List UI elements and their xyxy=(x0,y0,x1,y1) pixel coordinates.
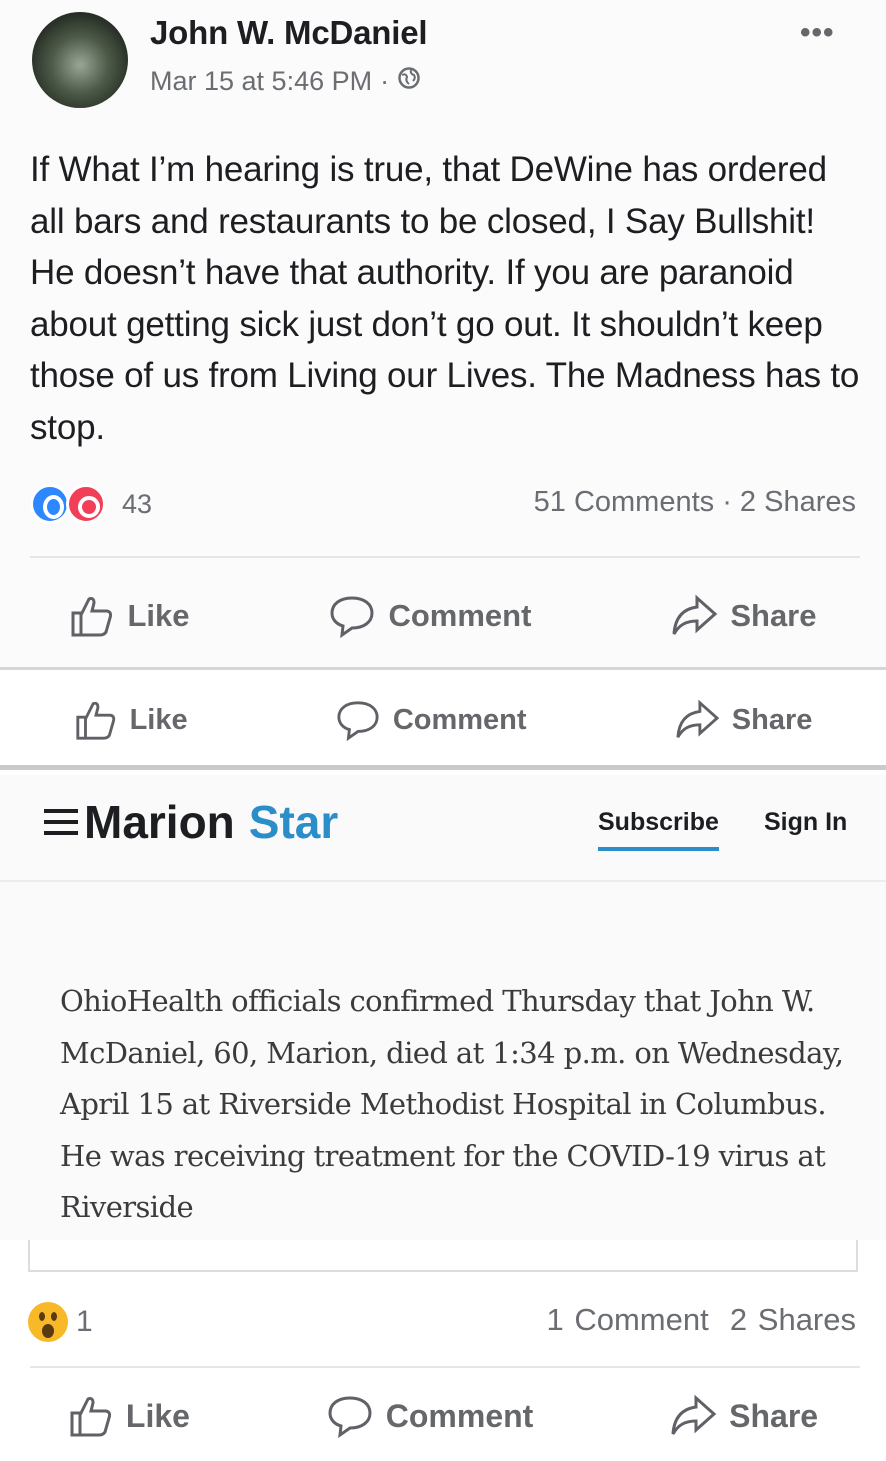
like-reaction-icon xyxy=(30,484,70,524)
comment-label: Comment xyxy=(385,1397,534,1434)
comment-button[interactable]: Comment xyxy=(326,1393,534,1439)
like-button[interactable]: Like xyxy=(74,698,188,742)
share-label: Share xyxy=(731,703,813,736)
article-card-bottom xyxy=(28,1240,858,1272)
globe-icon xyxy=(397,66,421,97)
subscribe-link[interactable]: Subscribe xyxy=(598,808,719,851)
comment-icon xyxy=(337,701,379,742)
reaction-count: 43 xyxy=(122,488,153,519)
brand-accent: Star xyxy=(248,796,339,848)
share-button[interactable]: Share xyxy=(674,698,813,742)
shared-post-action-bar: Like Comment Share xyxy=(0,694,886,746)
comment-icon xyxy=(330,596,374,639)
comment-label: Comment xyxy=(388,598,532,633)
share-button[interactable]: Share xyxy=(670,593,817,639)
comment-share-stats[interactable]: 51 Comments · 2 Shares xyxy=(534,486,856,519)
brand-name: Marion xyxy=(84,796,235,848)
stats-text: 1 Comment 2 Shares xyxy=(546,1302,856,1337)
comment-label: Comment xyxy=(392,703,527,736)
meta-separator: · xyxy=(380,66,390,96)
more-options-icon[interactable]: ••• xyxy=(800,16,835,50)
share-icon xyxy=(671,1394,717,1435)
like-label: Like xyxy=(125,1397,190,1434)
menu-icon[interactable] xyxy=(44,809,78,835)
share-icon xyxy=(676,699,720,738)
post-action-bar: Like Comment Share xyxy=(0,588,886,644)
wow-reaction-icon xyxy=(28,1302,68,1342)
divider xyxy=(0,880,886,882)
love-reaction-icon xyxy=(66,484,106,524)
post-body: If What I’m hearing is true, that DeWine… xyxy=(30,150,860,447)
like-label: Like xyxy=(127,598,190,633)
comment-button[interactable]: Comment xyxy=(335,698,527,742)
news-masthead: Marion Star xyxy=(44,795,338,849)
share-label: Share xyxy=(729,1397,819,1434)
thumbs-up-icon xyxy=(75,701,115,740)
comment-icon xyxy=(328,1396,372,1439)
footer-action-bar: Like Comment Share xyxy=(0,1388,886,1444)
post-timestamp[interactable]: Mar 15 at 5:46 PM xyxy=(150,66,372,97)
like-button[interactable]: Like xyxy=(68,1393,190,1439)
post-meta: Mar 15 at 5:46 PM · xyxy=(150,66,421,97)
divider xyxy=(30,556,860,558)
comment-button[interactable]: Comment xyxy=(328,593,531,639)
divider xyxy=(30,1366,860,1368)
post-author[interactable]: John W. McDaniel xyxy=(150,14,428,52)
thumbs-up-icon xyxy=(71,597,113,637)
thumbs-up-icon xyxy=(70,1397,111,1437)
comment-share-stats[interactable]: 1 Comment 2 Shares xyxy=(546,1302,856,1338)
reaction-count: 1 xyxy=(76,1305,93,1338)
share-label: Share xyxy=(730,598,817,633)
reaction-summary[interactable]: 43 xyxy=(30,484,152,524)
article-excerpt: OhioHealth officials confirmed Thursday … xyxy=(60,984,844,1224)
like-button[interactable]: Like xyxy=(69,593,190,639)
sign-in-link[interactable]: Sign In xyxy=(764,808,847,837)
avatar[interactable] xyxy=(32,12,128,108)
reaction-summary[interactable]: 1 xyxy=(28,1302,93,1342)
share-button[interactable]: Share xyxy=(669,1393,818,1439)
like-label: Like xyxy=(129,703,188,736)
share-icon xyxy=(672,594,718,635)
